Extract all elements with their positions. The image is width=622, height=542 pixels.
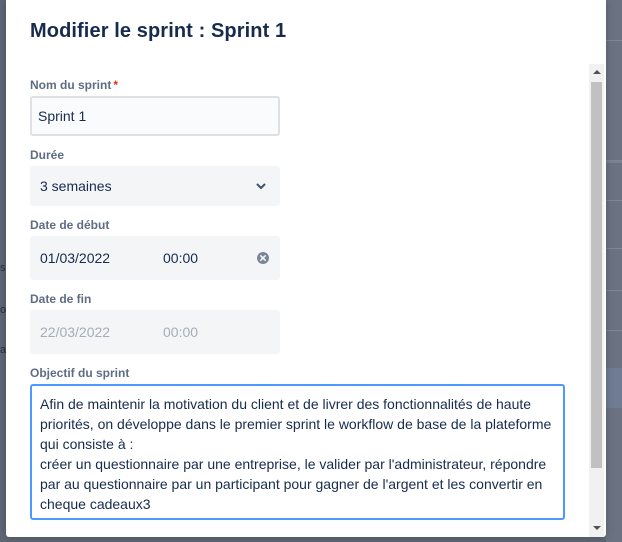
required-marker: * — [113, 78, 118, 92]
sprint-name-label: Nom du sprint * — [30, 78, 118, 92]
end-date-label: Date de fin — [30, 292, 92, 306]
caret-down-icon[interactable] — [589, 520, 604, 535]
chevron-down-icon — [256, 183, 266, 189]
duration-select[interactable]: 3 semaines — [30, 166, 280, 206]
dialog-scrollbar[interactable] — [589, 64, 604, 537]
sprint-name-value: Sprint 1 — [38, 108, 87, 124]
end-date-picker: 22/03/2022 00:00 — [30, 310, 280, 354]
background-text-fragment: s — [0, 262, 6, 274]
end-date-value: 22/03/2022 — [40, 324, 111, 340]
scrollbar-thumb[interactable] — [591, 82, 602, 468]
sprint-name-input[interactable]: Sprint 1 — [30, 96, 280, 136]
start-date-label: Date de début — [30, 218, 110, 232]
start-date-value: 01/03/2022 — [40, 250, 111, 266]
sprint-goal-label: Objectif du sprint — [30, 366, 130, 380]
clear-icon[interactable] — [256, 251, 270, 265]
edit-sprint-dialog: Modifier le sprint : Sprint 1 Nom du spr… — [6, 0, 606, 537]
end-time-value: 00:00 — [163, 324, 199, 340]
start-time-value: 00:00 — [163, 250, 199, 266]
start-date-picker[interactable]: 01/03/2022 00:00 — [30, 236, 280, 280]
duration-label: Durée — [30, 148, 65, 162]
duration-selected-value: 3 semaines — [40, 178, 112, 194]
caret-up-icon[interactable] — [589, 64, 604, 79]
background-page-right — [606, 0, 622, 542]
dialog-title: Modifier le sprint : Sprint 1 — [30, 20, 287, 42]
sprint-name-label-text: Nom du sprint — [30, 78, 112, 92]
sprint-goal-textarea[interactable]: Afin de maintenir la motivation du clien… — [30, 384, 565, 520]
